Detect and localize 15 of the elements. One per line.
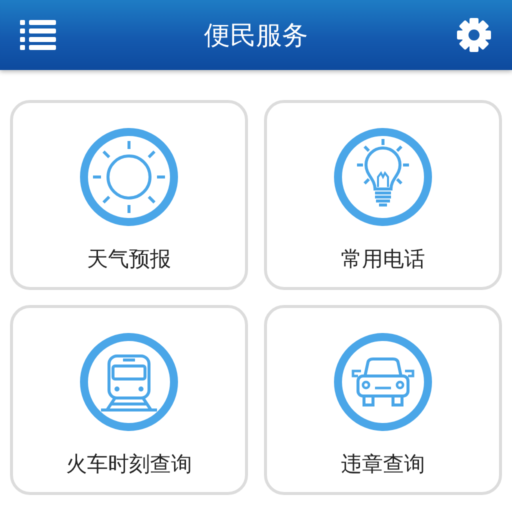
service-label: 天气预报 [87,246,171,273]
service-tile[interactable]: 常用电话 [264,100,502,290]
sun-icon [79,127,179,227]
menu-icon[interactable] [20,19,56,51]
service-tile[interactable]: 违章查询 [264,305,502,495]
service-label: 常用电话 [341,246,425,273]
service-tile[interactable]: 火车时刻查询 [10,305,248,495]
service-label: 火车时刻查询 [66,451,192,478]
train-icon [79,332,179,432]
service-tile[interactable]: 天气预报 [10,100,248,290]
settings-icon[interactable] [456,17,492,53]
service-label: 违章查询 [341,451,425,478]
page-title: 便民服务 [204,20,308,52]
car-icon [333,332,433,432]
lightbulb-icon [333,127,433,227]
